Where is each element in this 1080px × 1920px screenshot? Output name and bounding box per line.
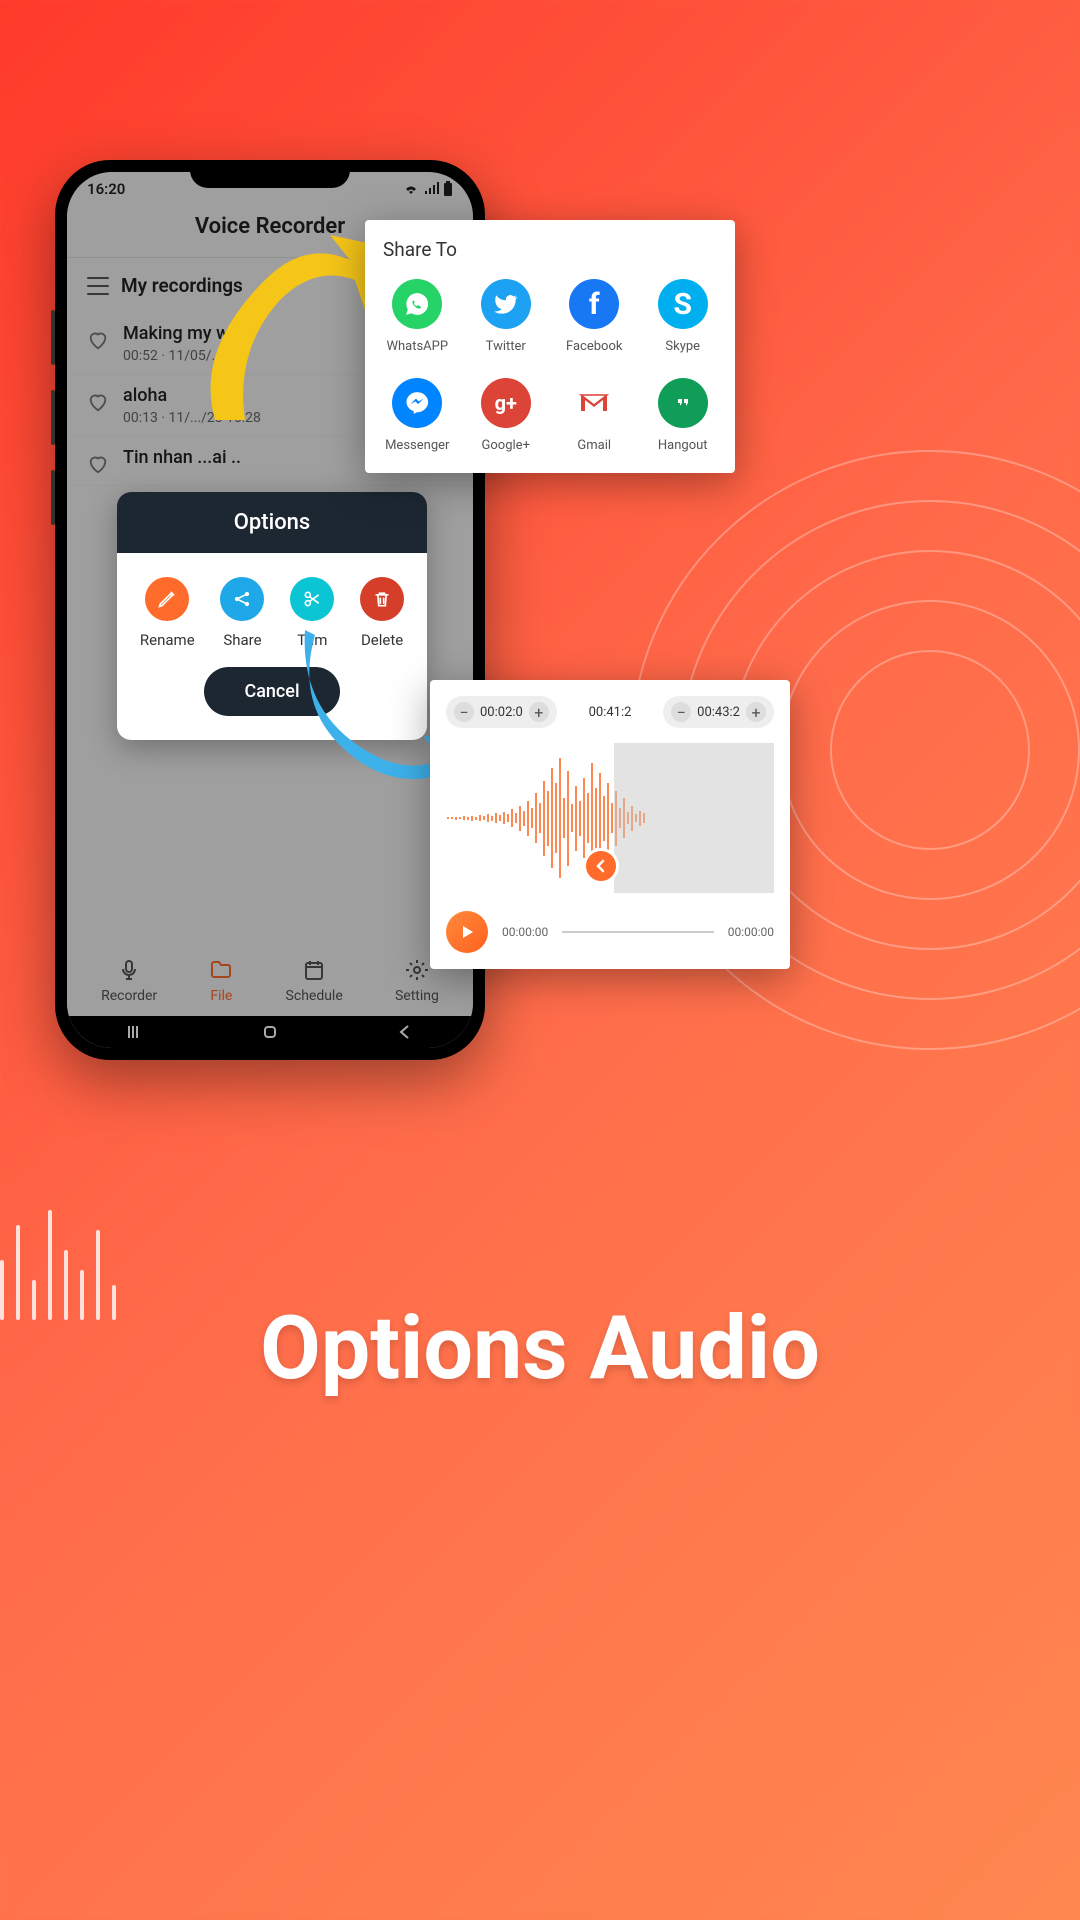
folder-icon	[209, 958, 233, 982]
options-title: Options	[117, 492, 427, 553]
recents-icon[interactable]	[125, 1022, 145, 1042]
play-button[interactable]	[446, 911, 488, 953]
status-time: 16:20	[87, 180, 125, 198]
trim-handle[interactable]	[583, 848, 619, 884]
progress-bar[interactable]	[562, 931, 713, 933]
calendar-icon	[302, 958, 326, 982]
share-facebook[interactable]: f Facebook	[554, 279, 635, 354]
recording-title: Tin nhan ...ai ..	[123, 447, 241, 468]
microphone-icon	[117, 958, 141, 982]
share-title: Share To	[377, 238, 723, 261]
share-gmail[interactable]: Gmail	[554, 378, 635, 453]
trim-mid-time: 00:41:2	[589, 705, 632, 720]
bottom-nav: Recorder File Schedule Setting	[67, 946, 473, 1016]
facebook-icon: f	[589, 287, 600, 322]
heart-icon[interactable]	[87, 453, 109, 475]
plus-button[interactable]: +	[746, 702, 766, 722]
option-rename[interactable]: Rename	[140, 577, 195, 649]
playback-start: 00:00:00	[502, 925, 548, 939]
share-skype[interactable]: S Skype	[643, 279, 724, 354]
share-googleplus[interactable]: g+ Google+	[466, 378, 547, 453]
messenger-icon	[404, 390, 430, 416]
option-share[interactable]: Share	[220, 577, 264, 649]
nav-recorder[interactable]: Recorder	[101, 958, 157, 1004]
whatsapp-icon	[404, 291, 430, 317]
twitter-icon	[493, 291, 519, 317]
gmail-icon	[579, 391, 609, 415]
marketing-title: Options Audio	[0, 1297, 1080, 1400]
wifi-icon	[403, 182, 419, 196]
play-icon	[459, 924, 475, 940]
pencil-icon	[157, 589, 177, 609]
gear-icon	[405, 958, 429, 982]
gplus-icon: g+	[495, 391, 517, 415]
chevron-left-icon	[594, 859, 608, 873]
back-icon[interactable]	[395, 1022, 415, 1042]
share-panel: Share To WhatsAPP Twitter f Facebook S S…	[365, 220, 735, 473]
android-nav-bar	[67, 1016, 473, 1048]
heart-icon[interactable]	[87, 329, 109, 351]
trim-panel: − 00:02:0 + 00:41:2 − 00:43:2 + 00:00:00…	[430, 680, 790, 969]
minus-button[interactable]: −	[671, 702, 691, 722]
share-icon	[232, 589, 252, 609]
playback-end: 00:00:00	[728, 925, 774, 939]
battery-icon	[443, 181, 453, 197]
nav-schedule[interactable]: Schedule	[286, 958, 343, 1004]
list-icon	[87, 277, 109, 295]
trim-start-time: 00:02:0	[480, 705, 523, 720]
scissors-icon	[302, 589, 322, 609]
minus-button[interactable]: −	[454, 702, 474, 722]
trim-end-time: 00:43:2	[697, 705, 740, 720]
hangout-icon	[671, 391, 695, 415]
trash-icon	[372, 589, 392, 609]
nav-file[interactable]: File	[209, 958, 233, 1004]
share-twitter[interactable]: Twitter	[466, 279, 547, 354]
signal-icon	[423, 182, 439, 196]
plus-button[interactable]: +	[529, 702, 549, 722]
share-hangout[interactable]: Hangout	[643, 378, 724, 453]
trim-start-control[interactable]: − 00:02:0 +	[446, 696, 557, 728]
home-icon[interactable]	[260, 1022, 280, 1042]
skype-icon: S	[674, 287, 692, 322]
waveform[interactable]	[446, 743, 774, 893]
share-messenger[interactable]: Messenger	[377, 378, 458, 453]
heart-icon[interactable]	[87, 391, 109, 413]
trim-end-control[interactable]: − 00:43:2 +	[663, 696, 774, 728]
share-whatsapp[interactable]: WhatsAPP	[377, 279, 458, 354]
